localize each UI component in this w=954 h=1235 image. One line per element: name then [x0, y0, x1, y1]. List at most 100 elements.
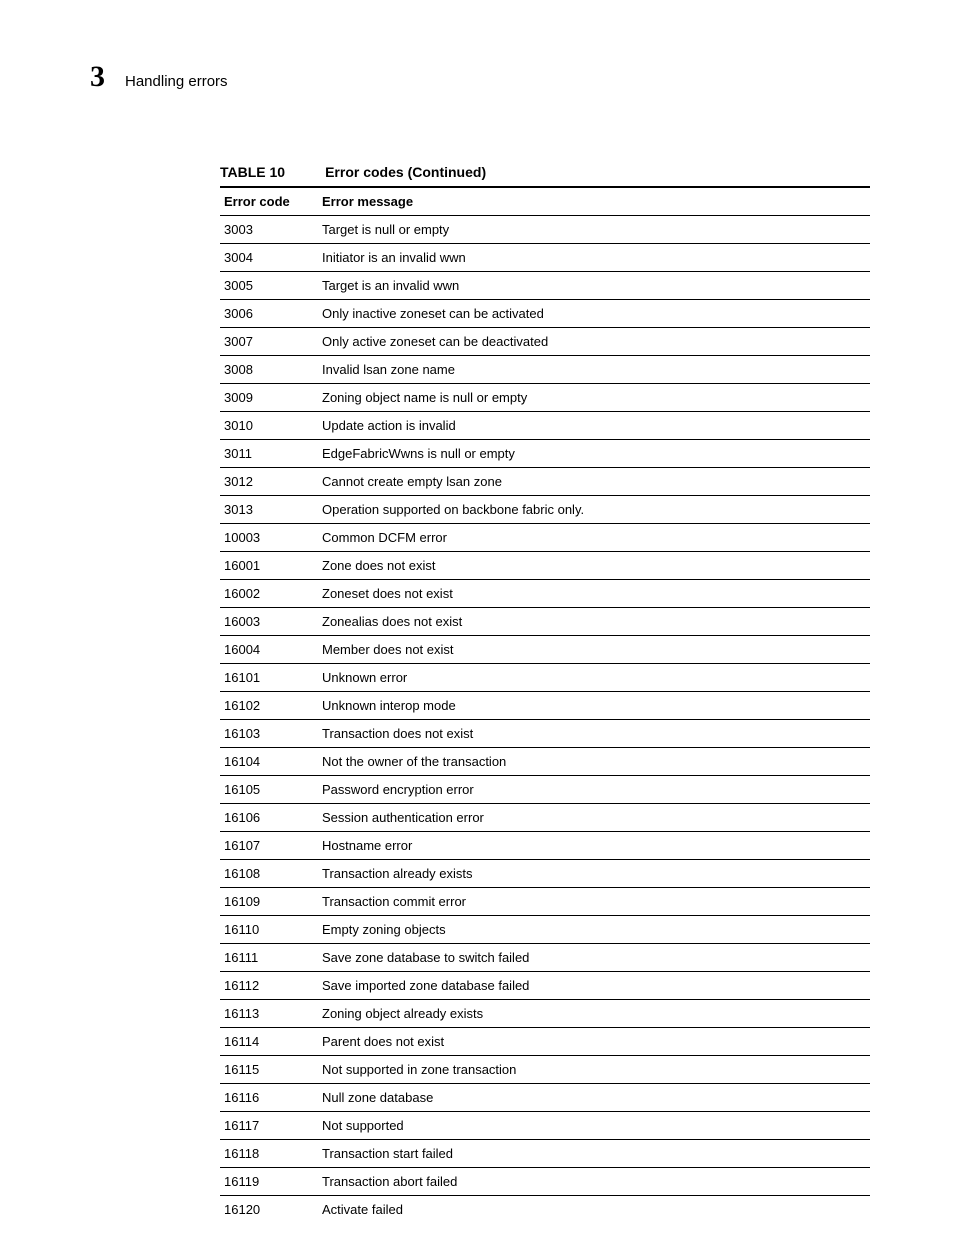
error-message-cell: Unknown error [318, 664, 870, 692]
table-row: 16120Activate failed [220, 1196, 870, 1224]
error-code-cell: 16117 [220, 1112, 318, 1140]
error-code-cell: 16003 [220, 608, 318, 636]
table-row: 16115Not supported in zone transaction [220, 1056, 870, 1084]
table-row: 16112Save imported zone database failed [220, 972, 870, 1000]
error-message-cell: Transaction abort failed [318, 1168, 870, 1196]
error-code-cell: 16001 [220, 552, 318, 580]
table-row: 16003Zonealias does not exist [220, 608, 870, 636]
error-code-cell: 3005 [220, 272, 318, 300]
table-row: 16116Null zone database [220, 1084, 870, 1112]
error-message-cell: Common DCFM error [318, 524, 870, 552]
table-row: 16114Parent does not exist [220, 1028, 870, 1056]
section-number: 3 [90, 60, 105, 94]
error-code-cell: 16002 [220, 580, 318, 608]
error-message-cell: Zoneset does not exist [318, 580, 870, 608]
error-message-cell: Transaction already exists [318, 860, 870, 888]
error-code-cell: 16107 [220, 832, 318, 860]
table-row: 10003Common DCFM error [220, 524, 870, 552]
error-code-cell: 16108 [220, 860, 318, 888]
error-message-cell: Not the owner of the transaction [318, 748, 870, 776]
error-code-cell: 16109 [220, 888, 318, 916]
error-code-cell: 3012 [220, 468, 318, 496]
table-row: 3012Cannot create empty lsan zone [220, 468, 870, 496]
table-row: 3003Target is null or empty [220, 216, 870, 244]
error-message-cell: Unknown interop mode [318, 692, 870, 720]
col-header-code: Error code [220, 187, 318, 216]
error-code-cell: 16118 [220, 1140, 318, 1168]
error-code-cell: 16103 [220, 720, 318, 748]
error-message-cell: Zoning object already exists [318, 1000, 870, 1028]
error-code-cell: 16116 [220, 1084, 318, 1112]
error-message-cell: Empty zoning objects [318, 916, 870, 944]
table-row: 16106Session authentication error [220, 804, 870, 832]
error-code-cell: 16113 [220, 1000, 318, 1028]
table-caption-row: TABLE 10 Error codes (Continued) [220, 164, 874, 180]
table-row: 16117Not supported [220, 1112, 870, 1140]
table-row: 3009Zoning object name is null or empty [220, 384, 870, 412]
table-row: 16102Unknown interop mode [220, 692, 870, 720]
table-row: 16118Transaction start failed [220, 1140, 870, 1168]
error-message-cell: Parent does not exist [318, 1028, 870, 1056]
error-code-cell: 3004 [220, 244, 318, 272]
error-codes-table: Error code Error message 3003Target is n… [220, 186, 870, 1223]
error-code-cell: 16112 [220, 972, 318, 1000]
error-code-cell: 3007 [220, 328, 318, 356]
error-message-cell: Only active zoneset can be deactivated [318, 328, 870, 356]
error-message-cell: Not supported [318, 1112, 870, 1140]
table-row: 3008Invalid lsan zone name [220, 356, 870, 384]
error-code-cell: 16114 [220, 1028, 318, 1056]
table-row: 16002Zoneset does not exist [220, 580, 870, 608]
table-row: 16110Empty zoning objects [220, 916, 870, 944]
table-row: 16113Zoning object already exists [220, 1000, 870, 1028]
error-message-cell: Activate failed [318, 1196, 870, 1224]
error-code-cell: 3006 [220, 300, 318, 328]
table-row: 16108Transaction already exists [220, 860, 870, 888]
error-code-cell: 3009 [220, 384, 318, 412]
error-message-cell: Hostname error [318, 832, 870, 860]
error-code-cell: 16120 [220, 1196, 318, 1224]
error-code-cell: 16004 [220, 636, 318, 664]
error-message-cell: Transaction start failed [318, 1140, 870, 1168]
error-code-cell: 3008 [220, 356, 318, 384]
error-code-cell: 10003 [220, 524, 318, 552]
error-code-cell: 16119 [220, 1168, 318, 1196]
table-row: 16001Zone does not exist [220, 552, 870, 580]
error-code-cell: 3010 [220, 412, 318, 440]
error-message-cell: Target is null or empty [318, 216, 870, 244]
error-message-cell: Zoning object name is null or empty [318, 384, 870, 412]
error-message-cell: Initiator is an invalid wwn [318, 244, 870, 272]
error-message-cell: Only inactive zoneset can be activated [318, 300, 870, 328]
error-message-cell: Session authentication error [318, 804, 870, 832]
error-message-cell: Zone does not exist [318, 552, 870, 580]
error-message-cell: Update action is invalid [318, 412, 870, 440]
table-row: 16101Unknown error [220, 664, 870, 692]
table-row: 16107Hostname error [220, 832, 870, 860]
section-title: Handling errors [125, 73, 228, 90]
error-message-cell: Save imported zone database failed [318, 972, 870, 1000]
table-row: 16111Save zone database to switch failed [220, 944, 870, 972]
table-row: 16109Transaction commit error [220, 888, 870, 916]
error-message-cell: Password encryption error [318, 776, 870, 804]
error-code-cell: 16106 [220, 804, 318, 832]
table-header-row: Error code Error message [220, 187, 870, 216]
error-message-cell: Member does not exist [318, 636, 870, 664]
error-code-cell: 3011 [220, 440, 318, 468]
table-row: 3010Update action is invalid [220, 412, 870, 440]
error-message-cell: Null zone database [318, 1084, 870, 1112]
table-row: 3006Only inactive zoneset can be activat… [220, 300, 870, 328]
table-row: 16104Not the owner of the transaction [220, 748, 870, 776]
col-header-message: Error message [318, 187, 870, 216]
error-message-cell: Save zone database to switch failed [318, 944, 870, 972]
error-code-cell: 16105 [220, 776, 318, 804]
table-row: 16004Member does not exist [220, 636, 870, 664]
error-codes-table-container: TABLE 10 Error codes (Continued) Error c… [220, 164, 874, 1223]
error-message-cell: EdgeFabricWwns is null or empty [318, 440, 870, 468]
table-row: 16105Password encryption error [220, 776, 870, 804]
error-message-cell: Transaction commit error [318, 888, 870, 916]
error-message-cell: Zonealias does not exist [318, 608, 870, 636]
error-message-cell: Cannot create empty lsan zone [318, 468, 870, 496]
error-code-cell: 3013 [220, 496, 318, 524]
table-row: 3011EdgeFabricWwns is null or empty [220, 440, 870, 468]
table-row: 16119Transaction abort failed [220, 1168, 870, 1196]
error-code-cell: 16104 [220, 748, 318, 776]
